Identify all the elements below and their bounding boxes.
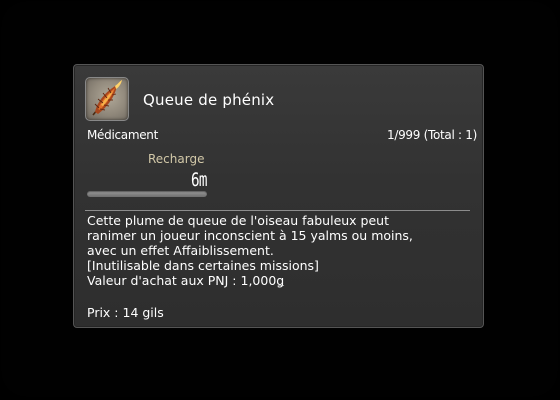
item-price: Prix : 14 gils [87, 305, 164, 320]
recast-progress-bar [87, 191, 207, 197]
item-category: Médicament [87, 128, 159, 142]
item-description: Cette plume de queue de l'oiseau fabuleu… [87, 213, 477, 288]
recast-time: 6m [191, 169, 207, 191]
description-line: [Inutilisable dans certaines missions] [87, 258, 319, 273]
description-line: avec un effet Affaiblissement. [87, 243, 274, 258]
description-line: ranimer un joueur inconscient à 15 yalms… [87, 228, 413, 243]
item-name: Queue de phénix [143, 91, 275, 109]
item-tooltip: Queue de phénix Médicament 1/999 (Total … [73, 64, 484, 328]
screen-background: Queue de phénix Médicament 1/999 (Total … [1, 1, 558, 397]
description-line: Cette plume de queue de l'oiseau fabuleu… [87, 213, 389, 228]
phoenix-down-feather-icon [85, 77, 129, 121]
divider [85, 210, 470, 211]
item-quantity: 1/999 (Total : 1) [387, 128, 477, 142]
npc-value-line: Valeur d'achat aux PNJ : 1,000ǥ [87, 273, 285, 288]
recast-label: Recharge [148, 152, 205, 166]
